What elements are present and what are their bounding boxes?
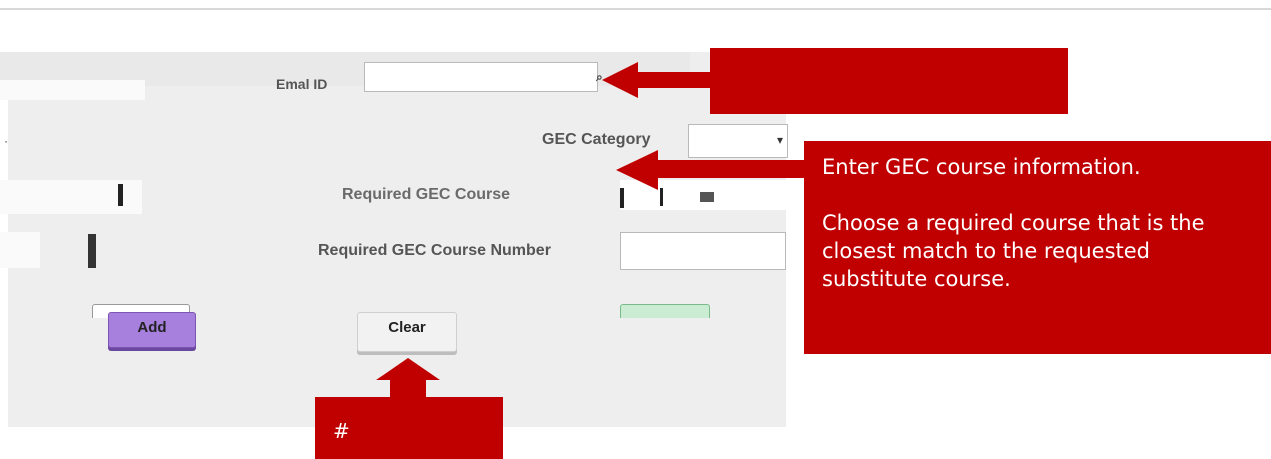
- arrow-up-icon: [376, 358, 440, 400]
- required-course-label: Required GEC Course: [342, 186, 511, 203]
- gec-info-callout: Enter GEC course information. Choose a r…: [804, 141, 1271, 354]
- email-field[interactable]: [364, 62, 598, 92]
- left-field-fragment: [0, 80, 145, 100]
- required-course-number-field[interactable]: [620, 232, 786, 270]
- clear-callout: #: [315, 397, 503, 459]
- glitch-bar: [118, 184, 123, 206]
- arrow-left-icon: [616, 150, 806, 190]
- top-divider: [0, 8, 1271, 10]
- glitch-bar: [88, 234, 96, 268]
- email-callout: [710, 48, 1068, 114]
- chevron-down-icon: ▾: [776, 133, 783, 147]
- add-button[interactable]: Add: [108, 312, 196, 348]
- required-course-number-label: Required GEC Course Number: [318, 242, 551, 259]
- gec-info-line2: Choose a required course that is the clo…: [822, 211, 1205, 291]
- clear-button[interactable]: Clear: [357, 312, 457, 352]
- left-chevron-fragment: ·: [4, 134, 8, 148]
- gec-category-label: GEC Category: [542, 131, 651, 148]
- left-number-fragment: [0, 232, 40, 268]
- arrow-left-icon: [602, 62, 710, 98]
- email-label: Emal ID: [276, 76, 328, 92]
- clear-callout-text: #: [333, 419, 350, 443]
- ghost-button: [620, 304, 710, 318]
- gec-info-line1: Enter GEC course information.: [822, 155, 1141, 179]
